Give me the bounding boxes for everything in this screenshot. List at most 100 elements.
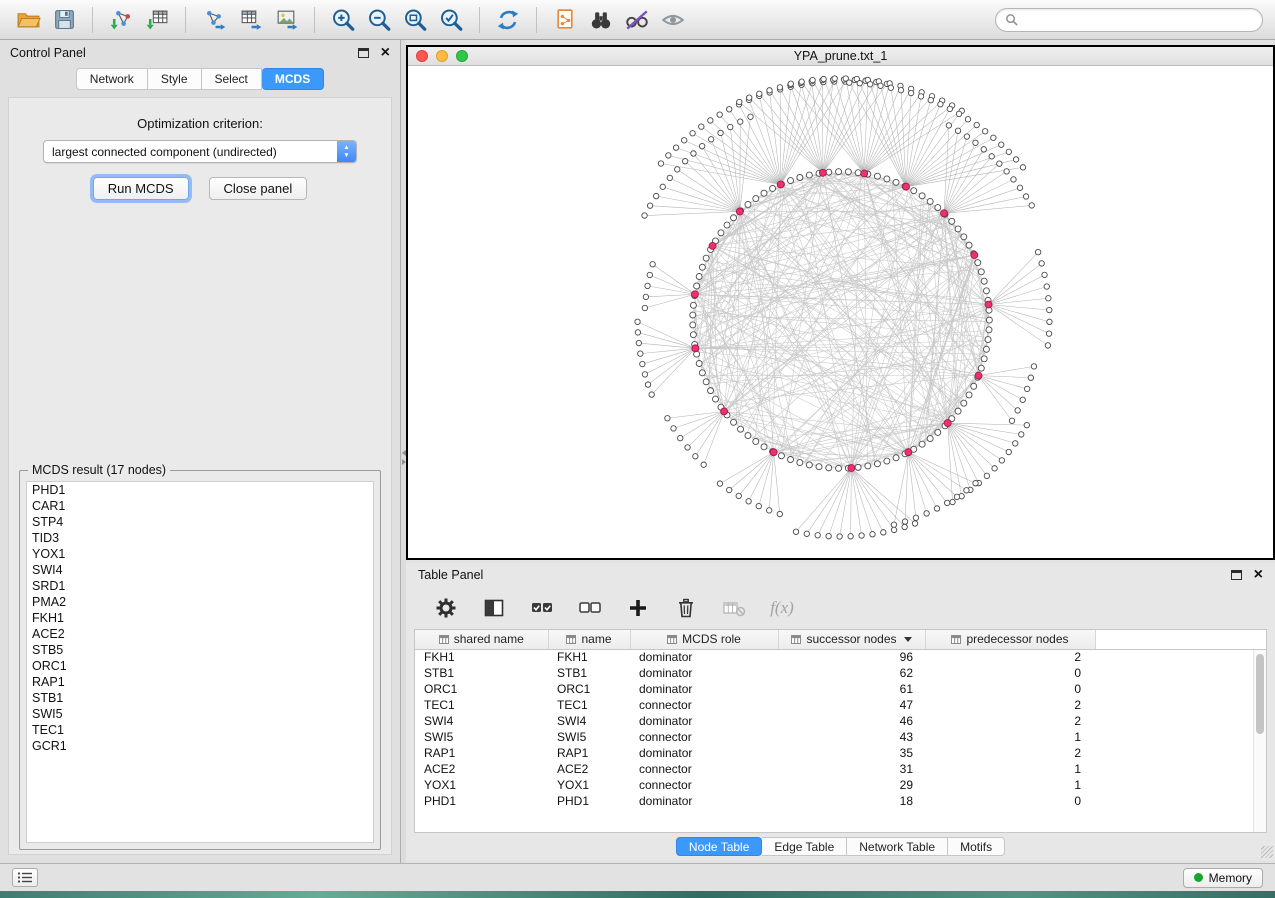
zoom-fit-button[interactable] xyxy=(399,4,431,36)
table-cell[interactable]: 18 xyxy=(778,793,925,809)
import-network-button[interactable] xyxy=(105,4,137,36)
import-table-button[interactable] xyxy=(141,4,173,36)
table-cell[interactable]: SWI5 xyxy=(415,729,548,745)
table-cell[interactable]: 0 xyxy=(925,665,1095,681)
mcds-result-item[interactable]: ACE2 xyxy=(27,626,373,642)
search-field[interactable] xyxy=(995,8,1263,32)
memory-button[interactable]: Memory xyxy=(1183,868,1263,888)
table-cell[interactable]: PHD1 xyxy=(548,793,630,809)
export-table-button[interactable] xyxy=(234,4,266,36)
table-cell[interactable]: connector xyxy=(630,761,778,777)
mcds-result-list[interactable]: PHD1CAR1STP4TID3YOX1SWI4SRD1PMA2FKH1ACE2… xyxy=(26,481,374,843)
mcds-result-item[interactable]: RAP1 xyxy=(27,674,373,690)
criterion-dropdown[interactable]: largest connected component (undirected)… xyxy=(43,140,357,163)
table-cell[interactable]: connector xyxy=(630,697,778,713)
table-cell[interactable]: FKH1 xyxy=(415,649,548,665)
table-options-button[interactable] xyxy=(432,594,460,622)
column-header-predecessor-nodes[interactable]: predecessor nodes xyxy=(925,630,1095,649)
close-window-icon[interactable] xyxy=(416,50,428,62)
delete-column-button[interactable] xyxy=(672,594,700,622)
table-cell[interactable]: dominator xyxy=(630,793,778,809)
tab-node-table[interactable]: Node Table xyxy=(676,837,763,856)
deselect-all-button[interactable] xyxy=(576,594,604,622)
table-scrollbar[interactable] xyxy=(1253,650,1266,832)
table-row[interactable]: PHD1PHD1dominator180 xyxy=(415,793,1266,809)
show-all-button[interactable] xyxy=(657,4,689,36)
clone-network-button[interactable] xyxy=(549,4,581,36)
column-header-name[interactable]: name xyxy=(548,630,630,649)
tab-motifs[interactable]: Motifs xyxy=(948,837,1005,856)
table-cell[interactable]: 61 xyxy=(778,681,925,697)
table-cell[interactable]: TEC1 xyxy=(548,697,630,713)
tab-mcds[interactable]: MCDS xyxy=(262,68,324,90)
table-cell[interactable]: ORC1 xyxy=(548,681,630,697)
table-cell[interactable]: 1 xyxy=(925,729,1095,745)
mcds-result-item[interactable]: SRD1 xyxy=(27,578,373,594)
table-cell[interactable]: YOX1 xyxy=(415,777,548,793)
hide-selected-button[interactable] xyxy=(621,4,653,36)
table-cell[interactable]: SWI4 xyxy=(415,713,548,729)
table-cell[interactable]: 96 xyxy=(778,649,925,665)
table-scrollbar-thumb[interactable] xyxy=(1256,654,1264,734)
tab-select[interactable]: Select xyxy=(202,68,262,90)
resize-grip[interactable] xyxy=(1261,846,1273,858)
mcds-result-item[interactable]: STB5 xyxy=(27,642,373,658)
mcds-result-item[interactable]: YOX1 xyxy=(27,546,373,562)
close-icon[interactable]: × xyxy=(1254,569,1263,581)
table-cell[interactable]: 43 xyxy=(778,729,925,745)
table-cell[interactable]: ACE2 xyxy=(548,761,630,777)
table-cell[interactable]: FKH1 xyxy=(548,649,630,665)
mcds-result-item[interactable]: CAR1 xyxy=(27,498,373,514)
task-history-button[interactable] xyxy=(12,868,38,887)
mcds-result-item[interactable]: GCR1 xyxy=(27,738,373,754)
column-header-mcds-role[interactable]: MCDS role xyxy=(630,630,778,649)
table-cell[interactable]: 2 xyxy=(925,649,1095,665)
search-network-button[interactable] xyxy=(585,4,617,36)
table-cell[interactable]: RAP1 xyxy=(548,745,630,761)
table-cell[interactable]: connector xyxy=(630,729,778,745)
table-row[interactable]: SWI5SWI5connector431 xyxy=(415,729,1266,745)
open-session-button[interactable] xyxy=(12,4,44,36)
table-cell[interactable]: ACE2 xyxy=(415,761,548,777)
mcds-result-item[interactable]: PMA2 xyxy=(27,594,373,610)
mcds-result-item[interactable]: SWI5 xyxy=(27,706,373,722)
tab-network[interactable]: Network xyxy=(76,68,148,90)
table-row[interactable]: ACE2ACE2connector311 xyxy=(415,761,1266,777)
table-cell[interactable]: 29 xyxy=(778,777,925,793)
export-image-button[interactable] xyxy=(270,4,302,36)
table-cell[interactable]: dominator xyxy=(630,665,778,681)
table-cell[interactable]: SWI5 xyxy=(548,729,630,745)
table-cell[interactable]: RAP1 xyxy=(415,745,548,761)
mcds-result-item[interactable]: TEC1 xyxy=(27,722,373,738)
zoom-out-button[interactable] xyxy=(363,4,395,36)
table-cell[interactable]: dominator xyxy=(630,713,778,729)
export-network-button[interactable] xyxy=(198,4,230,36)
show-columns-button[interactable] xyxy=(480,594,508,622)
zoom-in-button[interactable] xyxy=(327,4,359,36)
table-cell[interactable]: YOX1 xyxy=(548,777,630,793)
network-window-titlebar[interactable]: YPA_prune.txt_1 xyxy=(408,47,1273,66)
table-cell[interactable]: STB1 xyxy=(415,665,548,681)
table-cell[interactable]: dominator xyxy=(630,745,778,761)
table-row[interactable]: TEC1TEC1connector472 xyxy=(415,697,1266,713)
save-session-button[interactable] xyxy=(48,4,80,36)
table-cell[interactable]: 2 xyxy=(925,713,1095,729)
column-header-shared-name[interactable]: shared name xyxy=(415,630,548,649)
table-cell[interactable]: 1 xyxy=(925,761,1095,777)
float-window-icon[interactable] xyxy=(358,48,369,58)
table-cell[interactable]: 47 xyxy=(778,697,925,713)
mcds-result-item[interactable]: FKH1 xyxy=(27,610,373,626)
run-mcds-button[interactable]: Run MCDS xyxy=(93,177,189,200)
table-row[interactable]: YOX1YOX1connector291 xyxy=(415,777,1266,793)
zoom-selected-button[interactable] xyxy=(435,4,467,36)
table-cell[interactable]: PHD1 xyxy=(415,793,548,809)
table-cell[interactable]: 2 xyxy=(925,745,1095,761)
table-cell[interactable]: TEC1 xyxy=(415,697,548,713)
select-all-button[interactable] xyxy=(528,594,556,622)
table-cell[interactable]: STB1 xyxy=(548,665,630,681)
tab-edge-table[interactable]: Edge Table xyxy=(762,837,847,856)
table-cell[interactable]: 2 xyxy=(925,697,1095,713)
table-cell[interactable]: 35 xyxy=(778,745,925,761)
table-row[interactable]: ORC1ORC1dominator610 xyxy=(415,681,1266,697)
network-canvas[interactable] xyxy=(408,66,1273,558)
